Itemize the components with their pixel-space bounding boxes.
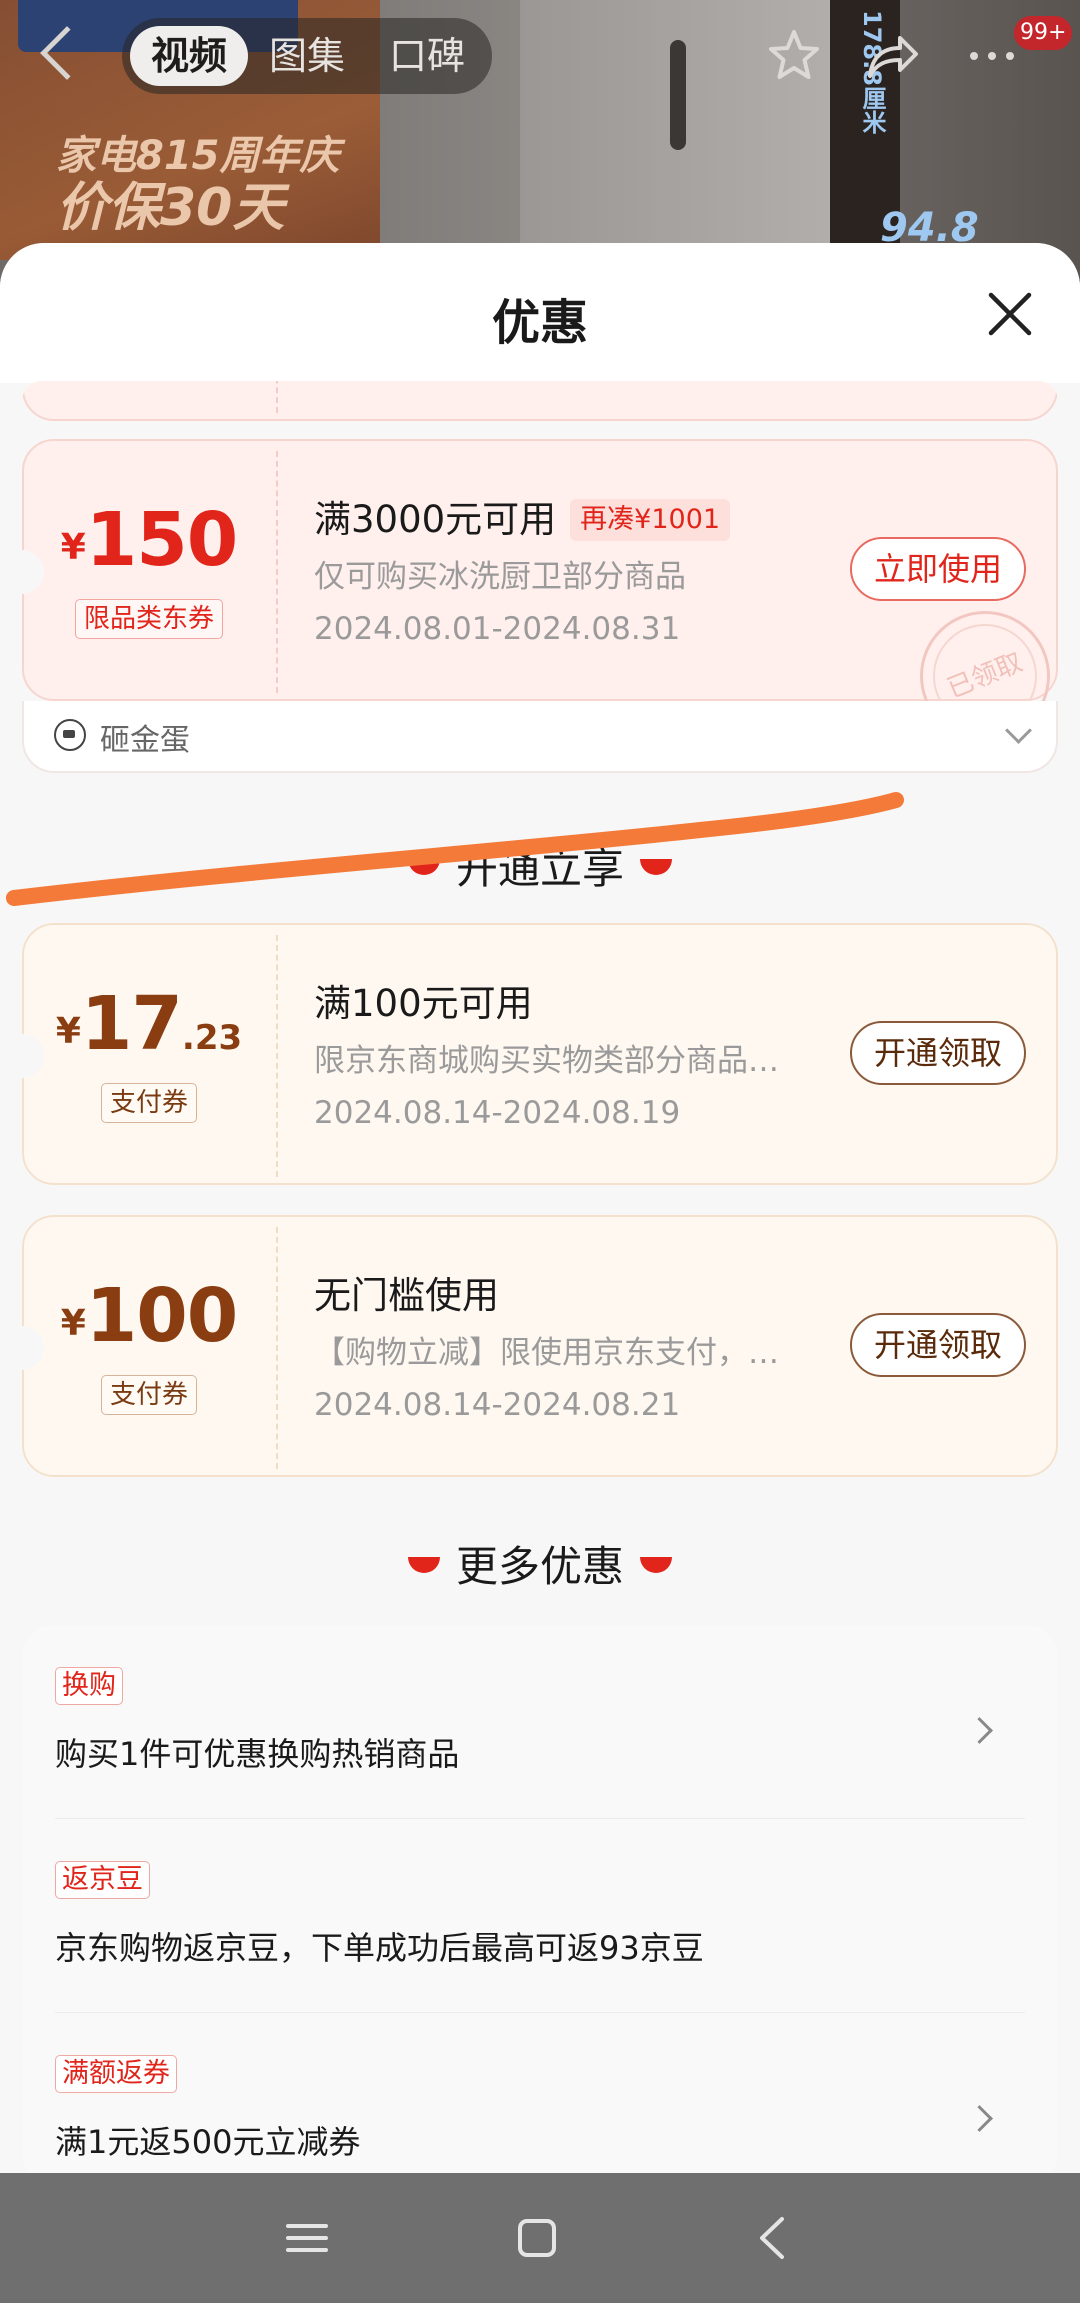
back-arrow-icon[interactable] xyxy=(40,26,94,80)
offer-item-cashback-coupon[interactable]: 满额返券 满1元返500元立减券 xyxy=(22,2013,1058,2173)
offer-tag: 换购 xyxy=(55,1667,123,1705)
previous-coupon-partial xyxy=(22,381,1058,421)
coupon-type-tag: 限品类东券 xyxy=(74,599,224,639)
media-tabs: 视频 图集 口碑 xyxy=(122,18,492,94)
amount-integer: 100 xyxy=(85,1273,238,1359)
coupon-card-partial xyxy=(22,381,1058,421)
coupon-condition: 满3000元可用 再凑¥1001 xyxy=(314,489,731,543)
coupon-validity: 2024.08.01-2024.08.31 xyxy=(314,611,681,647)
coupon-sheet: 优惠 ¥150 限品类东券 满3000元可用 再凑¥1001 仅可购买冰洗厨卫部分… xyxy=(0,243,1080,2173)
golden-egg-icon xyxy=(54,719,86,751)
coupon-divider xyxy=(276,381,278,413)
offer-text: 满1元返500元立减券 xyxy=(55,2123,361,2161)
coupon-type-tag: 支付券 xyxy=(100,1083,198,1123)
coupon-amount: ¥100 xyxy=(24,1273,274,1359)
top-bar: 视频 图集 口碑 99+ xyxy=(0,0,1080,110)
coupon-150: ¥150 限品类东券 满3000元可用 再凑¥1001 仅可购买冰洗厨卫部分商品 … xyxy=(22,439,1070,775)
tab-gallery[interactable]: 图集 xyxy=(248,26,366,86)
coupon-footer[interactable]: 砸金蛋 xyxy=(22,701,1058,773)
chevron-down-icon[interactable] xyxy=(1005,717,1032,744)
amount-decimal: .23 xyxy=(181,1018,243,1058)
coupon-card: ¥100 支付券 无门槛使用 【购物立减】限使用京东支付，… 2024.08.1… xyxy=(22,1215,1058,1477)
sheet-title: 优惠 xyxy=(491,295,588,351)
coupon-divider xyxy=(276,935,278,1177)
coupon-card: ¥17.23 支付券 满100元可用 限京东商城购买实物类部分商品… 2024.… xyxy=(22,923,1058,1185)
tab-reviews[interactable]: 口碑 xyxy=(368,26,486,86)
coupon-amount: ¥17.23 xyxy=(24,981,274,1067)
promo-line1: 家电815周年庆 xyxy=(56,133,340,179)
coupon-description: 【购物立减】限使用京东支付，… xyxy=(314,1335,779,1371)
section-more-heading: 更多优惠 xyxy=(0,1533,1080,1594)
coupon-divider xyxy=(276,1227,278,1469)
promo-line2: 价保30天 xyxy=(56,178,285,238)
smile-icon xyxy=(407,859,440,875)
coupon-condition: 无门槛使用 xyxy=(314,1274,499,1317)
more-offers-list: 换购 购买1件可优惠换购热销商品 返京豆 京东购物返京豆，下单成功后最高可返93… xyxy=(22,1625,1058,2173)
more-icon[interactable] xyxy=(962,26,1022,86)
currency-symbol: ¥ xyxy=(60,527,86,568)
amount-integer: 17 xyxy=(80,981,183,1067)
offer-text: 京东购物返京豆，下单成功后最高可返93京豆 xyxy=(55,1929,704,1967)
coupon-divider xyxy=(276,451,278,693)
coupon-condition-text: 满3000元可用 xyxy=(314,498,557,541)
system-navigation-bar xyxy=(0,2173,1080,2303)
amount-integer: 150 xyxy=(85,497,238,583)
coupon-validity: 2024.08.14-2024.08.19 xyxy=(314,1095,681,1131)
currency-symbol: ¥ xyxy=(60,1303,86,1344)
smile-icon xyxy=(640,859,672,875)
offer-tag: 返京豆 xyxy=(55,1861,150,1899)
chevron-right-icon[interactable] xyxy=(966,2105,993,2132)
coupon-description: 限京东商城购买实物类部分商品… xyxy=(314,1043,779,1079)
notification-badge: 99+ xyxy=(1014,16,1073,50)
section-more-title: 更多优惠 xyxy=(455,1542,624,1591)
coupon-source: 砸金蛋 xyxy=(100,723,190,758)
activate-claim-button[interactable]: 开通领取 xyxy=(850,1313,1026,1377)
section-open-title: 开通立享 xyxy=(455,844,624,893)
activate-claim-button[interactable]: 开通领取 xyxy=(850,1021,1026,1085)
star-icon[interactable] xyxy=(764,26,824,86)
offer-text: 购买1件可优惠换购热销商品 xyxy=(55,1735,460,1773)
coupon-100: ¥100 支付券 无门槛使用 【购物立减】限使用京东支付，… 2024.08.1… xyxy=(22,1215,1058,1477)
coupon-amount: ¥150 xyxy=(24,497,274,583)
chevron-right-icon[interactable] xyxy=(966,1717,993,1744)
close-icon[interactable] xyxy=(985,289,1035,339)
offer-item-trade-in[interactable]: 换购 购买1件可优惠换购热销商品 xyxy=(22,1625,1058,1819)
use-now-button[interactable]: 立即使用 xyxy=(850,537,1026,601)
coupon-amount-area: ¥150 限品类东券 xyxy=(24,441,274,703)
offer-item-jd-beans: 返京豆 京东购物返京豆，下单成功后最高可返93京豆 xyxy=(22,1819,1058,2013)
coupon-amount-area: ¥17.23 支付券 xyxy=(24,925,274,1185)
coupon-amount-area: ¥100 支付券 xyxy=(24,1217,274,1477)
share-icon[interactable] xyxy=(862,26,922,86)
menu-icon[interactable] xyxy=(282,2213,332,2263)
currency-symbol: ¥ xyxy=(55,1011,81,1052)
coupon-validity: 2024.08.14-2024.08.21 xyxy=(314,1387,681,1423)
coupon-type-tag: 支付券 xyxy=(100,1375,198,1415)
back-icon[interactable] xyxy=(748,2213,798,2263)
coupon-gap-tag: 再凑¥1001 xyxy=(570,499,731,541)
coupon-card: ¥150 限品类东券 满3000元可用 再凑¥1001 仅可购买冰洗厨卫部分商品 … xyxy=(22,439,1070,761)
sheet-header: 优惠 xyxy=(0,243,1080,383)
coupon-description: 仅可购买冰洗厨卫部分商品 xyxy=(314,559,686,595)
tab-video[interactable]: 视频 xyxy=(130,26,248,86)
coupon-17-23: ¥17.23 支付券 满100元可用 限京东商城购买实物类部分商品… 2024.… xyxy=(22,923,1058,1185)
promo-text: 家电815周年庆 价保30天 xyxy=(56,130,340,234)
smile-icon xyxy=(407,1557,440,1573)
coupon-condition: 满100元可用 xyxy=(314,982,533,1025)
offer-tag: 满额返券 xyxy=(55,2055,177,2093)
home-icon[interactable] xyxy=(512,2213,562,2263)
section-open-heading: 开通立享 xyxy=(0,835,1080,896)
smile-icon xyxy=(640,1557,672,1573)
